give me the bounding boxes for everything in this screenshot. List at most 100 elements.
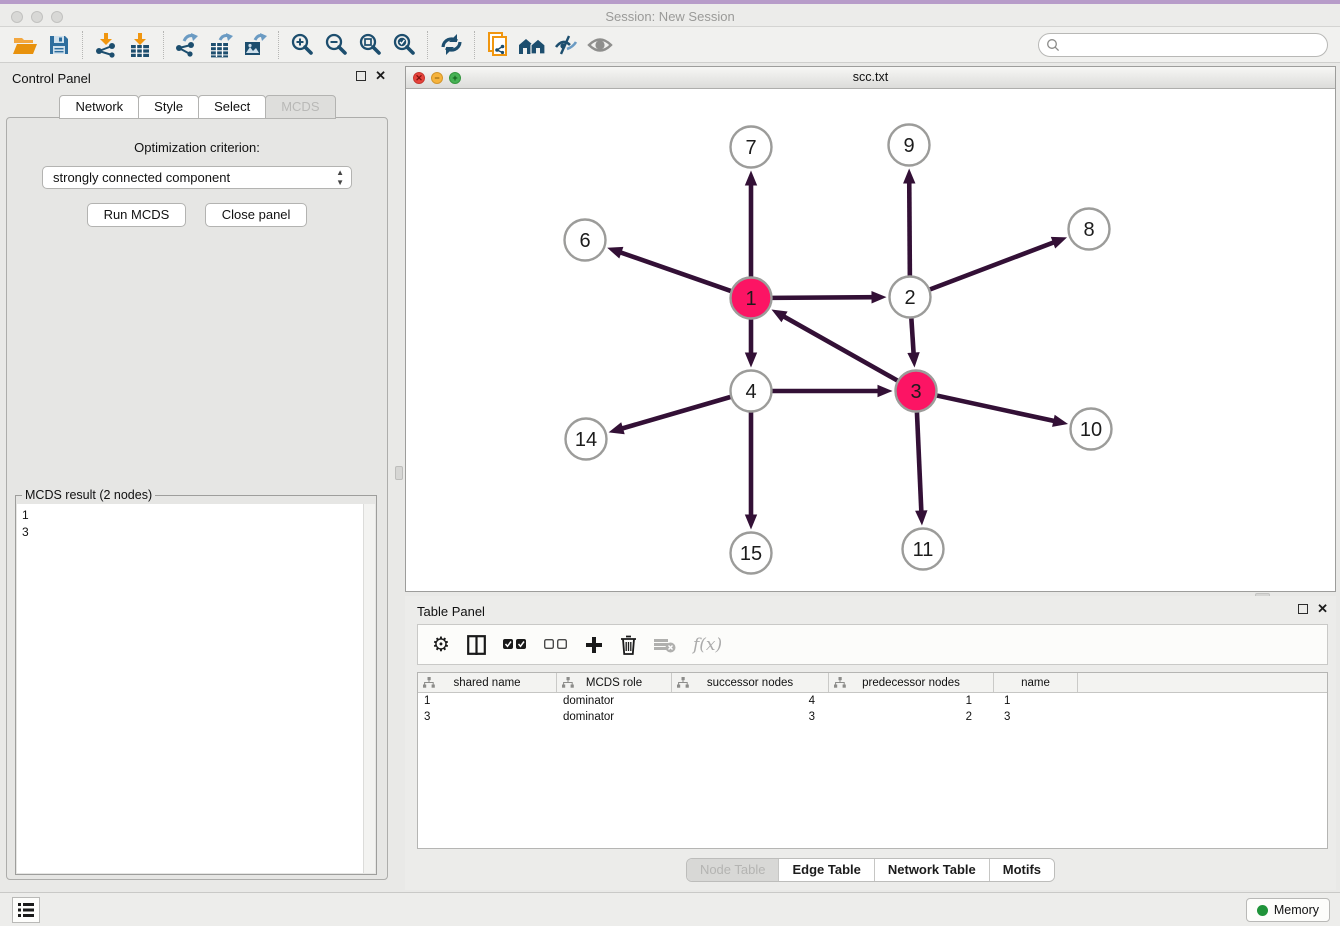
tab-edge-table[interactable]: Edge Table xyxy=(779,859,874,881)
node-9[interactable]: 9 xyxy=(889,125,930,166)
cell-shared-name[interactable]: 1 xyxy=(418,693,557,709)
export-image-icon[interactable] xyxy=(238,30,272,60)
float-table-panel-icon[interactable] xyxy=(1298,604,1308,614)
zoom-fit-icon[interactable] xyxy=(353,30,387,60)
column-header-successor-nodes[interactable]: successor nodes xyxy=(672,673,829,692)
save-session-icon[interactable] xyxy=(42,30,76,60)
search-input[interactable] xyxy=(1061,36,1327,54)
split-panel-icon[interactable] xyxy=(467,632,486,658)
column-header-name[interactable]: name xyxy=(994,673,1078,692)
svg-text:11: 11 xyxy=(913,539,934,561)
cell-name[interactable]: 3 xyxy=(994,709,1078,725)
float-panel-icon[interactable] xyxy=(356,71,366,81)
edge-3-1[interactable] xyxy=(771,310,897,381)
edge-3-10[interactable] xyxy=(937,396,1068,427)
node-15[interactable]: 15 xyxy=(731,533,772,574)
network-canvas[interactable]: 7 9 6 8 1 2 4 3 14 10 15 11 xyxy=(406,90,1335,591)
cell-predecessor-nodes[interactable]: 1 xyxy=(829,693,994,709)
hide-columns-icon[interactable] xyxy=(544,632,568,658)
edge-3-11[interactable] xyxy=(915,412,927,525)
edge-1-2[interactable] xyxy=(772,291,886,303)
node-7[interactable]: 7 xyxy=(731,127,772,168)
svg-text:7: 7 xyxy=(745,137,756,159)
search-field[interactable] xyxy=(1038,33,1328,57)
table-row[interactable]: 3dominator323 xyxy=(418,709,1327,725)
clone-network-icon[interactable] xyxy=(481,30,515,60)
edge-2-9[interactable] xyxy=(903,168,915,275)
delete-table-icon[interactable] xyxy=(654,632,676,658)
import-network-icon[interactable] xyxy=(89,30,123,60)
task-history-button[interactable] xyxy=(12,897,40,923)
cell-successor-nodes[interactable]: 3 xyxy=(672,709,829,725)
node-6[interactable]: 6 xyxy=(565,220,606,261)
edge-2-3[interactable] xyxy=(907,318,919,367)
node-8[interactable]: 8 xyxy=(1069,209,1110,250)
table-settings-icon[interactable]: ⚙ xyxy=(432,632,450,658)
tab-select[interactable]: Select xyxy=(198,95,266,119)
cell-shared-name[interactable]: 3 xyxy=(418,709,557,725)
node-table[interactable]: shared nameMCDS rolesuccessor nodesprede… xyxy=(417,672,1328,849)
network-canvas-area[interactable]: 7 9 6 8 1 2 4 3 14 10 15 11 xyxy=(406,90,1335,591)
edge-1-7[interactable] xyxy=(745,171,757,277)
close-panel-icon[interactable]: ✕ xyxy=(375,71,386,81)
function-builder-icon[interactable]: f(x) xyxy=(693,632,722,658)
tab-node-table[interactable]: Node Table xyxy=(687,859,780,881)
network-window-titlebar[interactable]: ✕ − + scc.txt xyxy=(406,67,1335,89)
status-bar: Memory xyxy=(0,892,1340,926)
node-4[interactable]: 4 xyxy=(731,371,772,412)
close-table-panel-icon[interactable]: ✕ xyxy=(1317,604,1328,614)
edge-4-3[interactable] xyxy=(773,385,893,397)
show-columns-icon[interactable] xyxy=(503,632,527,658)
vertical-split-divider[interactable] xyxy=(394,63,405,892)
delete-column-icon[interactable] xyxy=(620,632,637,658)
first-neighbors-icon[interactable] xyxy=(515,30,549,60)
node-1[interactable]: 1 xyxy=(731,278,772,319)
column-header-mcds-role[interactable]: MCDS role xyxy=(557,673,672,692)
node-10[interactable]: 10 xyxy=(1071,409,1112,450)
tab-mcds[interactable]: MCDS xyxy=(265,95,335,119)
node-2[interactable]: 2 xyxy=(890,277,931,318)
run-mcds-button[interactable]: Run MCDS xyxy=(87,203,187,227)
tab-network[interactable]: Network xyxy=(59,95,139,119)
open-file-icon[interactable] xyxy=(8,30,42,60)
cell-mcds-role[interactable]: dominator xyxy=(557,693,672,709)
apply-layout-icon[interactable] xyxy=(434,30,468,60)
result-scrollbar[interactable] xyxy=(363,504,375,873)
table-row[interactable]: 1dominator411 xyxy=(418,693,1327,709)
node-14[interactable]: 14 xyxy=(566,419,607,460)
cell-mcds-role[interactable]: dominator xyxy=(557,709,672,725)
tab-motifs[interactable]: Motifs xyxy=(990,859,1054,881)
zoom-out-icon[interactable] xyxy=(319,30,353,60)
zoom-selected-icon[interactable] xyxy=(387,30,421,60)
svg-text:1: 1 xyxy=(745,288,756,310)
close-panel-button[interactable]: Close panel xyxy=(205,203,308,227)
cell-predecessor-nodes[interactable]: 2 xyxy=(829,709,994,725)
memory-button[interactable]: Memory xyxy=(1246,898,1330,922)
edge-4-14[interactable] xyxy=(609,397,731,434)
tab-style[interactable]: Style xyxy=(138,95,199,119)
add-column-icon[interactable] xyxy=(585,632,603,658)
tab-network-table[interactable]: Network Table xyxy=(875,859,990,881)
edge-4-15[interactable] xyxy=(745,413,757,530)
import-table-icon[interactable] xyxy=(123,30,157,60)
column-header-shared-name[interactable]: shared name xyxy=(418,673,557,692)
cell-successor-nodes[interactable]: 4 xyxy=(672,693,829,709)
cell-name[interactable]: 1 xyxy=(994,693,1078,709)
svg-text:9: 9 xyxy=(903,135,914,157)
mcds-result-list[interactable]: 1 3 xyxy=(17,504,375,873)
export-table-icon[interactable] xyxy=(204,30,238,60)
edge-1-6[interactable] xyxy=(607,247,731,291)
hide-selected-icon[interactable] xyxy=(549,30,583,60)
column-header-predecessor-nodes[interactable]: predecessor nodes xyxy=(829,673,994,692)
node-11[interactable]: 11 xyxy=(903,529,944,570)
edge-2-8[interactable] xyxy=(930,237,1067,289)
edge-1-4[interactable] xyxy=(745,320,757,368)
show-all-icon[interactable] xyxy=(583,30,617,60)
panel-divider-grip[interactable] xyxy=(395,466,403,480)
criterion-dropdown[interactable]: strongly connected component ▲▼ xyxy=(42,166,352,189)
export-network-icon[interactable] xyxy=(170,30,204,60)
table-panel: Table Panel ✕ ⚙ f(x) shared nameMCDS rol… xyxy=(405,596,1336,890)
node-3[interactable]: 3 xyxy=(896,371,937,412)
memory-label: Memory xyxy=(1274,903,1319,917)
zoom-in-icon[interactable] xyxy=(285,30,319,60)
